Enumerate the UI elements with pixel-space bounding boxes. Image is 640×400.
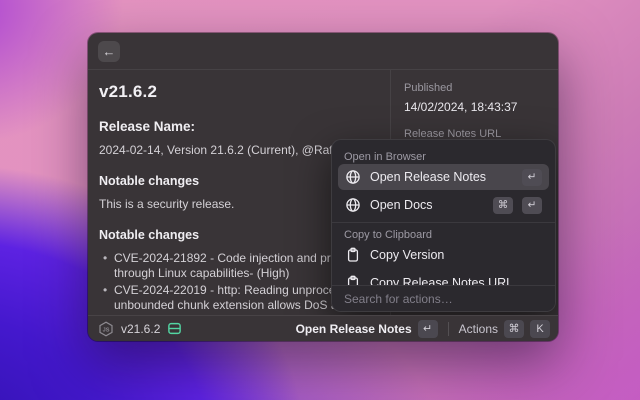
return-key-icon: ↵ — [522, 169, 542, 186]
window-header: ← — [88, 33, 558, 70]
action-open-docs[interactable]: Open Docs ⌘ ↵ — [338, 192, 549, 218]
desktop-wallpaper: ← v21.6.2 Release Name: 2024-02-14, Vers… — [0, 0, 640, 400]
app-window: ← v21.6.2 Release Name: 2024-02-14, Vers… — [88, 33, 558, 341]
command-key-icon: ⌘ — [493, 197, 513, 214]
return-key-icon: ↵ — [522, 197, 542, 214]
action-open-release-notes[interactable]: Open Release Notes ↵ — [338, 164, 549, 190]
actions-overlay: Open in Browser Open Release Notes ↵ O — [331, 139, 556, 312]
divider — [448, 322, 449, 336]
action-section-title: Copy to Clipboard — [332, 224, 555, 242]
action-search-bar — [332, 285, 555, 311]
action-copy-version[interactable]: Copy Version — [338, 242, 549, 268]
globe-icon — [345, 197, 361, 213]
divider — [332, 222, 555, 223]
back-button[interactable]: ← — [98, 41, 120, 62]
action-section-title: Open in Browser — [332, 146, 555, 164]
page-title: v21.6.2 — [99, 82, 390, 102]
status-version: v21.6.2 — [121, 322, 160, 336]
k-key-icon: K — [530, 320, 550, 338]
actions-menu-button[interactable]: Actions — [459, 322, 498, 336]
primary-action-label[interactable]: Open Release Notes — [296, 322, 412, 336]
clipboard-icon — [345, 247, 361, 263]
status-bar: JS v21.6.2 Open Release Notes ↵ Actions … — [88, 315, 558, 341]
action-label: Copy Version — [370, 248, 444, 262]
action-label: Open Release Notes — [370, 170, 486, 184]
release-name-heading: Release Name: — [99, 119, 390, 134]
nodejs-hexagon-icon: JS — [98, 321, 114, 337]
back-icon: ← — [103, 44, 116, 59]
return-key-icon: ↵ — [418, 320, 438, 338]
globe-icon — [345, 169, 361, 185]
published-value: 14/02/2024, 18:43:37 — [404, 100, 548, 114]
svg-text:JS: JS — [103, 327, 110, 333]
published-label: Published — [404, 82, 548, 94]
action-search-input[interactable] — [344, 292, 543, 306]
versions-icon[interactable] — [167, 321, 182, 336]
action-label: Open Docs — [370, 198, 433, 212]
command-key-icon: ⌘ — [504, 320, 524, 338]
